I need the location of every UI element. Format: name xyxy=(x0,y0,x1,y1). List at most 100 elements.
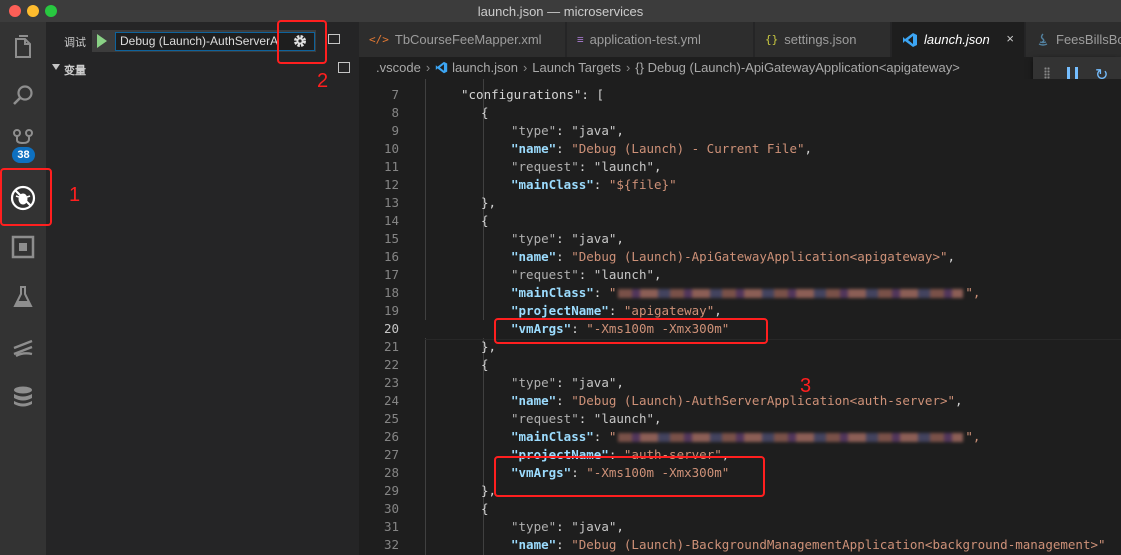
breadcrumb-item[interactable]: launch.json xyxy=(452,60,518,75)
line-number: 18 xyxy=(383,285,399,300)
breadcrumb-item[interactable]: .vscode xyxy=(376,60,421,75)
json-key: "type" xyxy=(511,231,557,246)
code-line[interactable]: 31 "type": "java", xyxy=(359,518,1121,536)
code-text: "request": "launch", xyxy=(511,159,662,174)
code-line[interactable]: 9 "type": "java", xyxy=(359,122,1121,140)
code-line[interactable]: 11 "request": "launch", xyxy=(359,158,1121,176)
debug-console-button[interactable] xyxy=(328,34,340,44)
test-button[interactable] xyxy=(0,274,46,320)
json-key: "mainClass" xyxy=(511,285,594,300)
code-line[interactable]: 22 { xyxy=(359,356,1121,374)
json-key: "name" xyxy=(511,393,557,408)
json-value: "launch" xyxy=(593,159,655,174)
annotation-box-vmargs-1 xyxy=(494,318,768,344)
code-line[interactable]: 14 { xyxy=(359,212,1121,230)
line-number: 28 xyxy=(383,465,399,480)
tab-application-test[interactable]: ≡ application-test.yml xyxy=(567,22,754,57)
redacted-text xyxy=(618,289,964,298)
redacted-text xyxy=(618,433,964,442)
source-control-badge: 38 xyxy=(12,147,35,163)
breadcrumb-item[interactable]: Launch Targets xyxy=(532,60,621,75)
variables-label: 变量 xyxy=(64,65,86,77)
code-line[interactable]: 23 "type": "java", xyxy=(359,374,1121,392)
code-line[interactable]: 17 "request": "launch", xyxy=(359,266,1121,284)
tab-launch-json[interactable]: launch.json × xyxy=(892,22,1025,57)
breadcrumb-item[interactable]: {} Debug (Launch)-ApiGatewayApplication<… xyxy=(635,60,960,75)
json-key: "name" xyxy=(511,141,557,156)
tab-settings-json[interactable]: {} settings.json xyxy=(755,22,891,57)
json-value: "java" xyxy=(571,123,617,138)
code-text: "mainClass": " ", xyxy=(511,285,981,300)
json-key: "mainClass" xyxy=(511,429,594,444)
code-text: "request": "launch", xyxy=(511,411,662,426)
annotation-label-1: 1 xyxy=(69,184,81,206)
pause-icon[interactable] xyxy=(1067,67,1078,79)
extensions-button[interactable] xyxy=(0,224,46,270)
line-number: 17 xyxy=(383,267,399,282)
tab-tbcoursefeemapper[interactable]: </> TbCourseFeeMapper.xml xyxy=(359,22,566,57)
json-value: " xyxy=(608,429,617,444)
annotation-box-vmargs-2 xyxy=(494,456,765,497)
code-line[interactable]: 10 "name": "Debug (Launch) - Current File… xyxy=(359,140,1121,158)
code-line[interactable]: 7 "configurations": [ xyxy=(359,86,1121,104)
line-number: 21 xyxy=(383,339,399,354)
collapse-all-icon[interactable] xyxy=(338,62,350,73)
line-number: 8 xyxy=(391,105,399,120)
line-number: 26 xyxy=(383,429,399,444)
explorer-button[interactable] xyxy=(0,25,46,71)
line-number: 14 xyxy=(383,213,399,228)
chevron-right-icon: › xyxy=(522,60,528,75)
code-line[interactable]: 15 "type": "java", xyxy=(359,230,1121,248)
code-line[interactable]: 13}, xyxy=(359,194,1121,212)
line-number: 16 xyxy=(383,249,399,264)
line-number: 10 xyxy=(383,141,399,156)
code-text: "name": "Debug (Launch)-AuthServerApplic… xyxy=(511,393,963,408)
close-tab-icon[interactable]: × xyxy=(1006,31,1014,46)
start-debugging-icon[interactable] xyxy=(97,34,107,48)
search-button[interactable] xyxy=(0,73,46,119)
code-line[interactable]: 12 "mainClass": "${file}" xyxy=(359,176,1121,194)
line-number: 20 xyxy=(383,321,399,336)
code-text: "request": "launch", xyxy=(511,267,662,282)
code-line[interactable]: 24 "name": "Debug (Launch)-AuthServerAppl… xyxy=(359,392,1121,410)
code-line[interactable]: 16 "name": "Debug (Launch)-ApiGatewayAppl… xyxy=(359,248,1121,266)
json-value: "Debug (Launch)-BackgroundManagementAppl… xyxy=(571,537,1106,552)
code-line[interactable]: 18 "mainClass": " ", xyxy=(359,284,1121,302)
line-number: 9 xyxy=(391,123,399,138)
line-number: 24 xyxy=(383,393,399,408)
json-key: "projectName" xyxy=(511,303,609,318)
vscode-icon xyxy=(903,32,917,47)
drag-handle-icon[interactable] xyxy=(1044,67,1050,79)
stack-icon xyxy=(13,339,33,358)
line-number: 13 xyxy=(383,195,399,210)
code-text: "type": "java", xyxy=(511,519,624,534)
code-text: "configurations": [ xyxy=(461,87,604,102)
json-value: "Debug (Launch) - Current File" xyxy=(571,141,805,156)
code-line[interactable]: 25 "request": "launch", xyxy=(359,410,1121,428)
json-key: "type" xyxy=(511,375,557,390)
code-line[interactable]: 8{ xyxy=(359,104,1121,122)
code-line[interactable]: 26 "mainClass": " ", xyxy=(359,428,1121,446)
database-button[interactable] xyxy=(0,374,46,420)
java-file-icon xyxy=(1038,33,1048,46)
code-line[interactable]: 32 "name": "Debug (Launch)-BackgroundMana… xyxy=(359,536,1121,554)
stack-button[interactable] xyxy=(0,324,46,370)
line-number: 29 xyxy=(383,483,399,498)
json-key: "type" xyxy=(511,123,557,138)
line-number: 22 xyxy=(383,357,399,372)
annotation-label-2: 2 xyxy=(317,70,329,92)
json-key: "request" xyxy=(511,411,579,426)
tab-feesbills[interactable]: FeesBillsBo xyxy=(1026,22,1121,57)
line-number: 31 xyxy=(383,519,399,534)
code-line[interactable]: 30 { xyxy=(359,500,1121,518)
chevron-right-icon: › xyxy=(625,60,631,75)
code-text: }, xyxy=(481,195,497,210)
xml-file-icon: </> xyxy=(369,33,389,46)
code-text: { xyxy=(481,105,489,120)
window-title: launch.json — microservices xyxy=(477,4,644,19)
json-key: "name" xyxy=(511,249,557,264)
flask-icon xyxy=(13,286,33,307)
search-icon xyxy=(13,85,33,105)
json-value: "${file}" xyxy=(608,177,677,192)
json-key: "request" xyxy=(511,267,579,282)
